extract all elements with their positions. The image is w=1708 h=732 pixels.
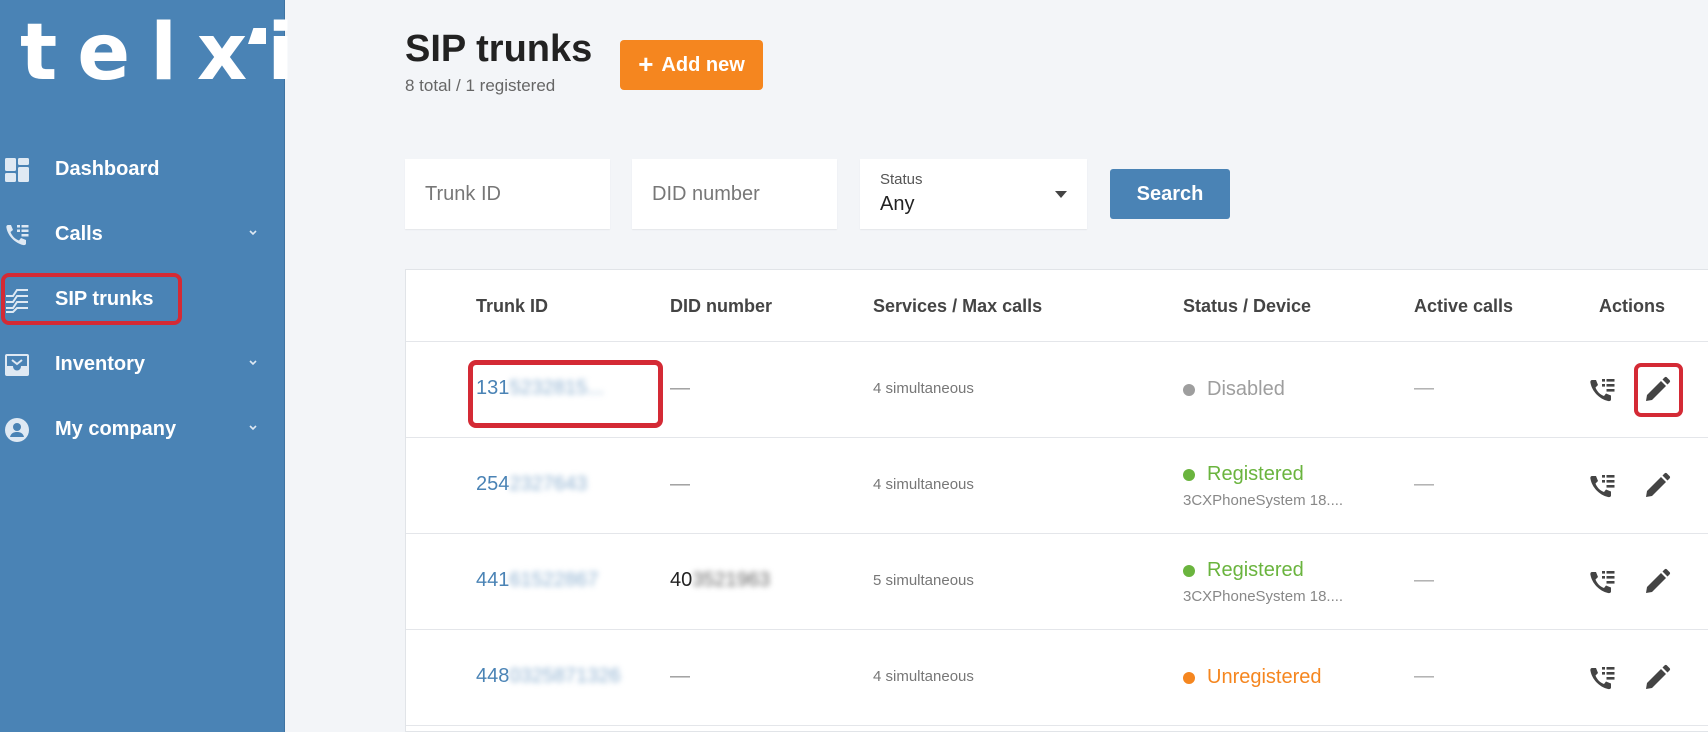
column-header: Services / Max calls [873, 296, 1043, 316]
trunk-id-blurred: 2327643 [509, 473, 588, 495]
status-dot-icon [1183, 564, 1195, 577]
telxi-logo[interactable]: telxi [20, 8, 314, 98]
sidebar: telxi Dashboard Calls SIP trunks Invento… [0, 0, 294, 732]
services-cell: 4 simultaneous [873, 476, 974, 493]
sidebar-item-label: Calls [55, 222, 103, 245]
trunk-id-input[interactable] [405, 159, 610, 229]
column-header: Actions [1599, 296, 1666, 316]
sidebar-item-dashboard[interactable]: Dashboard [0, 141, 284, 197]
did-text: 40 [670, 569, 693, 591]
sidebar-item-label: SIP trunks [55, 287, 154, 310]
did-text: — [670, 473, 690, 495]
did-number-input[interactable] [632, 159, 837, 229]
pencil-edit-icon[interactable] [1643, 568, 1671, 596]
table-row: 1315232815... — 4 simultaneous Disabled … [406, 341, 1708, 438]
sidebar-item-calls[interactable]: Calls [0, 206, 284, 262]
active-calls-cell: — [1414, 569, 1434, 591]
did-number-cell: — [670, 665, 690, 688]
status-select-label: Status [880, 171, 923, 188]
call-log-icon[interactable] [1588, 568, 1616, 596]
trunk-id-text: 441 [476, 569, 510, 591]
logo-text: telxi [20, 8, 314, 98]
page-subtitle: 8 total / 1 registered [405, 76, 556, 95]
active-calls-cell: — [1414, 473, 1434, 495]
trunk-id-text: 448 [476, 665, 510, 687]
trunk-id-text: 254 [476, 473, 510, 495]
sidebar-item-my-company[interactable]: My company [0, 401, 284, 457]
status-dot-icon [1183, 671, 1195, 684]
column-header: Trunk ID [476, 296, 549, 316]
status-dot-icon [1183, 383, 1195, 396]
chevron-down-icon [249, 230, 257, 236]
status-text: Disabled [1207, 378, 1285, 400]
add-new-label: Add new [661, 53, 745, 76]
trunk-id-link[interactable]: 4480325871326 [476, 665, 621, 688]
chevron-down-icon [249, 425, 257, 431]
caret-down-icon [1055, 191, 1067, 198]
did-number-cell: 403521963 [670, 569, 770, 592]
trunks-table: Trunk ID DID number Services / Max calls… [405, 269, 1708, 732]
status-text: Registered [1207, 559, 1304, 581]
status-text: Unregistered [1207, 666, 1322, 688]
status-select-value: Any [880, 193, 915, 215]
did-number-cell: — [670, 377, 690, 400]
trunk-id-filter [405, 159, 610, 229]
sidebar-item-label: My company [55, 417, 177, 440]
pencil-edit-icon[interactable] [1643, 472, 1671, 500]
table-row: 44161522867 403521963 5 simultaneous Reg… [406, 533, 1708, 630]
add-new-button[interactable]: + Add new [620, 40, 763, 90]
table-row: 4480325871326 — 4 simultaneous Unregiste… [406, 629, 1708, 726]
status-text: Registered [1207, 463, 1304, 485]
table-header: Trunk ID DID number Services / Max calls… [406, 270, 1708, 342]
inbox-icon [5, 354, 29, 376]
did-blurred: 3521963 [692, 569, 771, 591]
call-log-icon[interactable] [1588, 472, 1616, 500]
status-dot-icon [1183, 468, 1195, 481]
column-header: Active calls [1414, 296, 1514, 316]
active-calls-cell: — [1414, 665, 1434, 687]
status-cell: Disabled [1183, 378, 1285, 401]
phone-list-icon [6, 225, 29, 246]
dashboard-icon [5, 158, 29, 182]
chevron-down-icon [249, 360, 257, 366]
status-cell: Registered 3CXPhoneSystem 18.... [1183, 559, 1343, 605]
services-cell: 4 simultaneous [873, 668, 974, 685]
column-header: Status / Device [1183, 296, 1312, 316]
status-select[interactable]: Status Any [860, 159, 1087, 229]
call-log-icon[interactable] [1588, 664, 1616, 692]
user-circle-icon [5, 418, 29, 442]
column-header: DID number [670, 296, 773, 316]
search-button[interactable]: Search [1110, 169, 1230, 219]
call-log-icon[interactable] [1588, 376, 1616, 404]
sidebar-item-label: Inventory [55, 352, 146, 375]
trunk-id-blurred: 61522867 [509, 569, 599, 591]
pencil-edit-icon[interactable] [1643, 664, 1671, 692]
trunk-id-blurred: 0325871326 [509, 665, 621, 687]
sidebar-item-inventory[interactable]: Inventory [0, 336, 284, 392]
status-cell: Unregistered [1183, 666, 1322, 689]
status-cell: Registered 3CXPhoneSystem 18.... [1183, 463, 1343, 509]
plus-icon: + [638, 49, 654, 79]
did-text: — [670, 665, 690, 687]
services-cell: 4 simultaneous [873, 380, 974, 397]
trunk-id-link[interactable]: 44161522867 [476, 569, 598, 592]
trunk-id-link[interactable]: 2542327643 [476, 473, 587, 496]
sip-trunks-icon [6, 289, 28, 313]
did-number-filter [632, 159, 837, 229]
did-number-cell: — [670, 473, 690, 496]
highlight-outline [468, 360, 663, 428]
table-row: 2542327643 — 4 simultaneous Registered 3… [406, 437, 1708, 534]
did-text: — [670, 377, 690, 399]
page-title: SIP trunks [405, 28, 593, 70]
services-cell: 5 simultaneous [873, 572, 974, 589]
device-text: 3CXPhoneSystem 18.... [1183, 492, 1344, 509]
sidebar-item-label: Dashboard [55, 157, 160, 180]
sidebar-item-sip-trunks[interactable]: SIP trunks [0, 271, 284, 327]
pencil-edit-icon[interactable] [1643, 376, 1671, 404]
device-text: 3CXPhoneSystem 18.... [1183, 588, 1344, 605]
active-calls-cell: — [1414, 377, 1434, 399]
